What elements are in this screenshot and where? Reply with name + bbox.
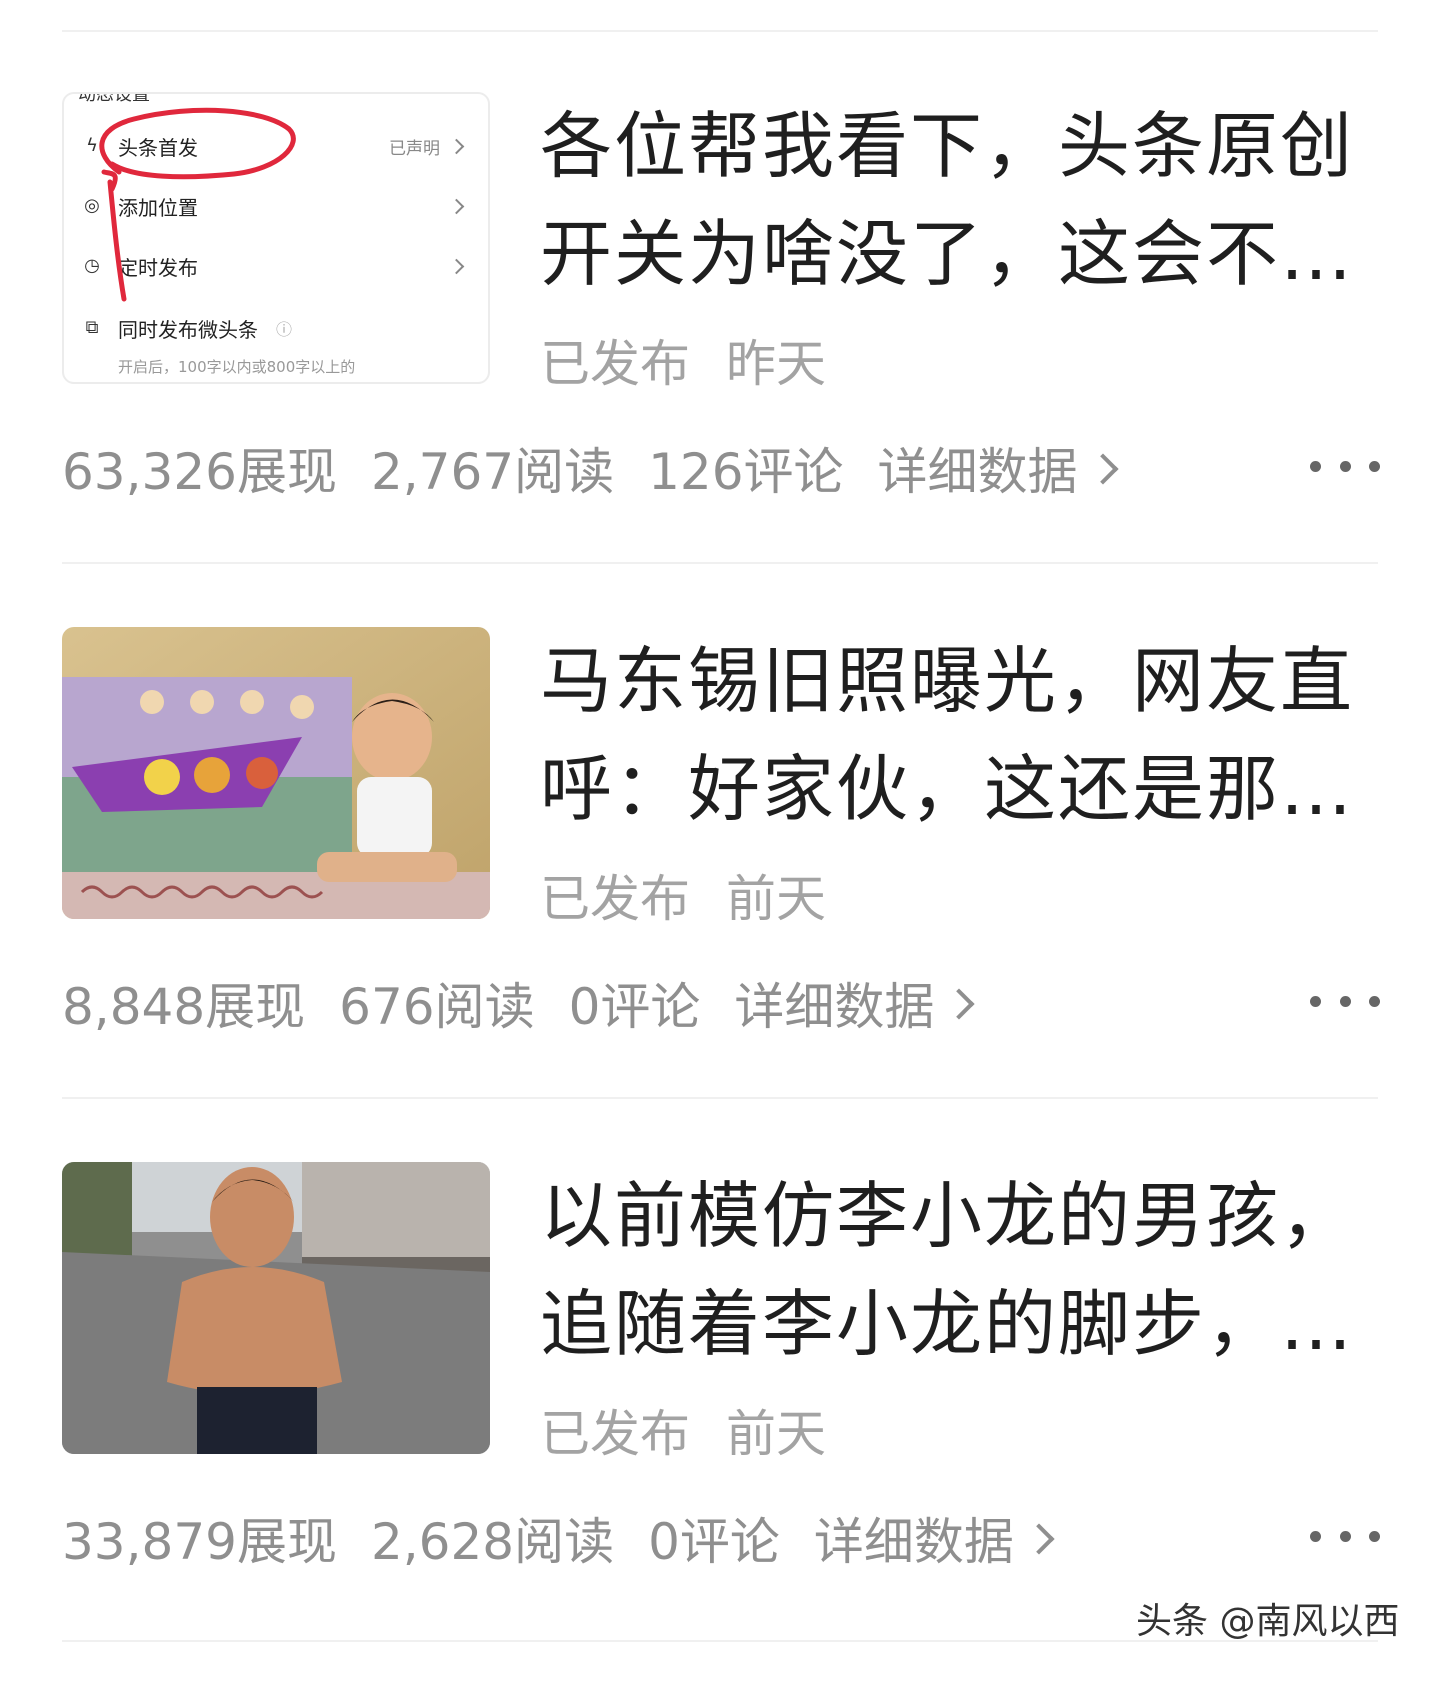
- detail-data-link[interactable]: 详细数据: [877, 432, 1119, 504]
- article-thumbnail-3: [62, 1162, 490, 1454]
- comments-count: 0评论: [568, 978, 701, 1036]
- comments-count: 126评论: [648, 443, 844, 501]
- publish-time: 前天: [726, 870, 826, 928]
- detail-data-label: 详细数据: [877, 443, 1078, 501]
- more-options-icon[interactable]: [1310, 1524, 1380, 1548]
- detail-data-label: 详细数据: [734, 978, 935, 1036]
- article-item-1[interactable]: 动态设置 ϟ 头条首发 已声明 ◎ 添加位置 ◷ 定时发布 ⧉ 同时发布微头条 …: [0, 92, 1440, 628]
- publish-status: 已发布: [540, 335, 690, 393]
- chevron-right-icon: [1086, 453, 1119, 485]
- impressions-count: 63,326展现: [62, 443, 337, 501]
- detail-data-label: 详细数据: [813, 1513, 1014, 1571]
- article-divider: [62, 562, 1378, 564]
- reads-count: 2,767阅读: [370, 443, 615, 501]
- article-title[interactable]: 以前模仿李小龙的男孩，追随着李小龙的脚步，…: [540, 1162, 1370, 1378]
- watermark-text: 头条 @南风以西: [1136, 1601, 1400, 1642]
- article-title[interactable]: 马东锡旧照曝光，网友直呼：好家伙，这还是那…: [540, 627, 1370, 843]
- publish-time: 前天: [726, 1405, 826, 1463]
- chevron-right-icon: [1023, 1523, 1055, 1555]
- impressions-count: 33,879展现: [62, 1513, 337, 1571]
- article-stats: 63,326展现 2,767阅读 126评论 详细数据: [62, 432, 1119, 504]
- reads-count: 2,628阅读: [370, 1513, 615, 1571]
- top-divider: [62, 30, 1378, 32]
- article-meta: 已发布 昨天: [540, 324, 826, 396]
- more-options-icon[interactable]: [1310, 454, 1380, 478]
- child-photo-image: [62, 627, 490, 919]
- article-meta: 已发布 前天: [540, 859, 826, 931]
- publish-time: 昨天: [726, 335, 826, 393]
- article-thumbnail-2: [62, 627, 490, 919]
- more-options-icon[interactable]: [1310, 989, 1380, 1013]
- impressions-count: 8,848展现: [62, 978, 306, 1036]
- detail-data-link[interactable]: 详细数据: [813, 1502, 1055, 1574]
- reads-count: 676阅读: [339, 978, 535, 1036]
- article-title[interactable]: 各位帮我看下，头条原创开关为啥没了，这会不…: [540, 92, 1370, 308]
- article-item-2[interactable]: 马东锡旧照曝光，网友直呼：好家伙，这还是那… 已发布 前天 8,848展现 676…: [0, 627, 1440, 1163]
- article-stats: 33,879展现 2,628阅读 0评论 详细数据: [62, 1502, 1055, 1574]
- comments-count: 0评论: [648, 1513, 780, 1571]
- article-stats: 8,848展现 676阅读 0评论 详细数据: [62, 967, 975, 1039]
- chevron-right-icon: [943, 988, 975, 1020]
- detail-data-link[interactable]: 详细数据: [734, 967, 975, 1039]
- boy-photo-image: [62, 1162, 490, 1454]
- publish-status: 已发布: [540, 870, 690, 928]
- red-annotation-circle: [99, 107, 296, 302]
- article-thumbnail-1: 动态设置 ϟ 头条首发 已声明 ◎ 添加位置 ◷ 定时发布 ⧉ 同时发布微头条 …: [62, 92, 490, 384]
- publish-status: 已发布: [540, 1405, 690, 1463]
- article-divider: [62, 1097, 1378, 1099]
- article-meta: 已发布 前天: [540, 1394, 826, 1466]
